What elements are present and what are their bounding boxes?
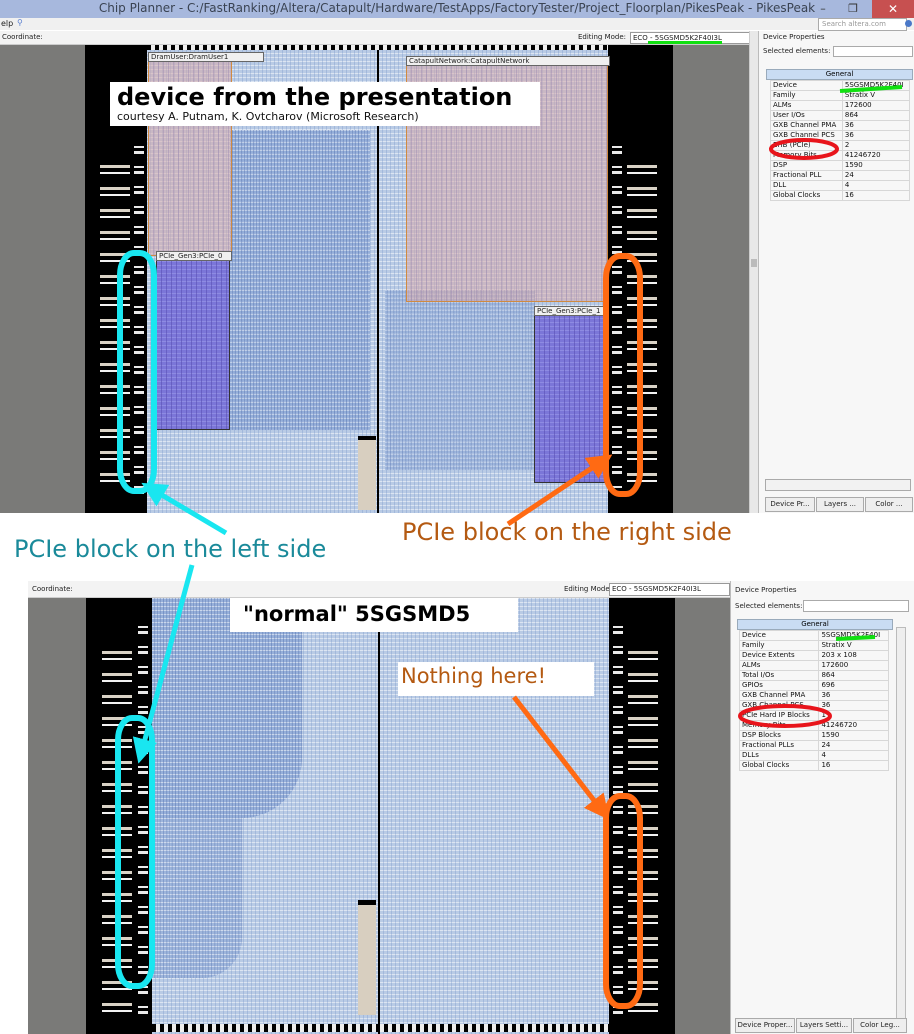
orange-highlight-bottom xyxy=(603,793,643,1009)
red-circle-pcie-hard-ip xyxy=(738,704,832,728)
cyan-highlight-top xyxy=(117,250,157,494)
orange-highlight-top xyxy=(603,253,643,497)
cyan-highlight-bottom xyxy=(115,715,155,989)
cyan-arrow-up xyxy=(141,482,228,536)
orange-arrow-bottom xyxy=(512,695,610,820)
green-mark-bottom xyxy=(835,635,876,641)
cyan-arrow-down xyxy=(132,564,195,764)
green-mark-top xyxy=(839,85,903,93)
orange-arrow-top xyxy=(506,454,613,527)
red-circle-ehb xyxy=(769,138,839,160)
annotation-overlay xyxy=(115,85,903,1009)
